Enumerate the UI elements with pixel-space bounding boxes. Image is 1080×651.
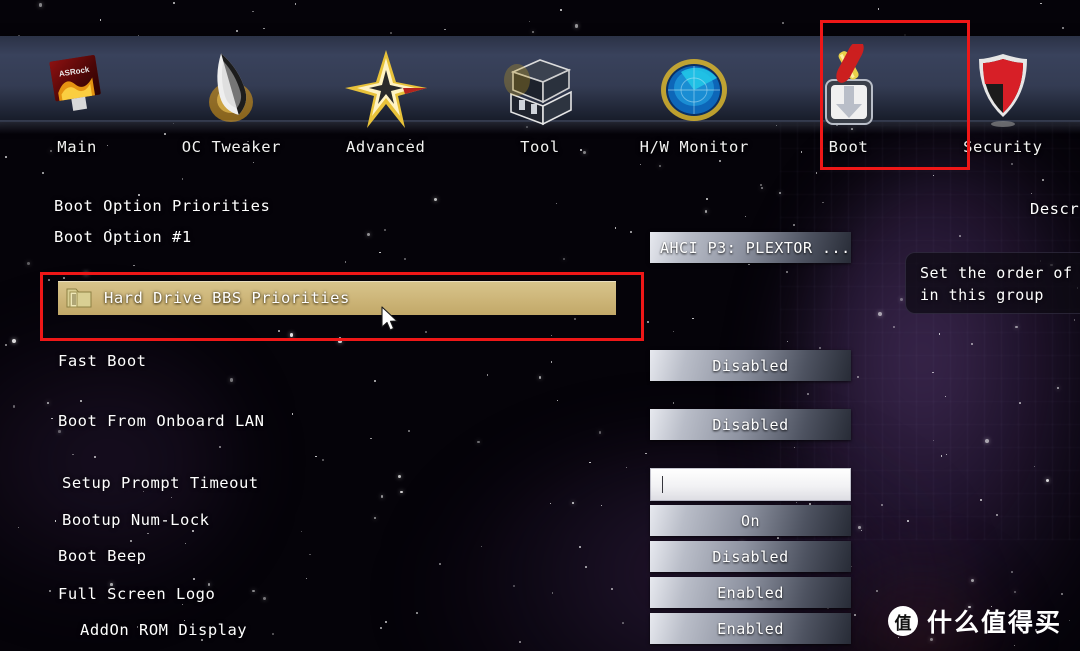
full-screen-logo-value[interactable]: Enabled xyxy=(650,577,851,608)
boot-option-priorities-heading: Boot Option Priorities xyxy=(54,197,271,215)
setting-label-full-screen-logo: Full Screen Logo xyxy=(58,585,216,603)
setting-label-boot-option-1: Boot Option #1 xyxy=(54,228,192,246)
watermark-text: 什么值得买 xyxy=(926,608,1062,637)
hard-drive-bbs-priorities-label: Hard Drive BBS Priorities xyxy=(104,289,350,307)
boot-from-onboard-lan-value[interactable]: Disabled xyxy=(650,409,851,440)
bios-screen: ASRock Main OC Tweaker Advanced Tool H/W Moni… xyxy=(0,0,1080,651)
setup-prompt-timeout-input[interactable] xyxy=(650,468,851,501)
watermark: 值 什么值得买 xyxy=(887,603,1062,639)
watermark-badge: 值 xyxy=(887,606,918,636)
setting-label-bootup-num-lock: Bootup Num-Lock xyxy=(62,511,210,529)
setting-label-boot-beep: Boot Beep xyxy=(58,547,147,565)
addon-rom-display-value[interactable]: Enabled xyxy=(650,613,851,644)
text-caret xyxy=(662,476,663,493)
fast-boot-value[interactable]: Disabled xyxy=(650,350,851,381)
setting-label-setup-prompt-timeout: Setup Prompt Timeout xyxy=(62,474,259,492)
setting-label-fast-boot: Fast Boot xyxy=(58,352,147,370)
description-title: Descr xyxy=(1030,200,1080,218)
hard-drive-bbs-priorities-row[interactable]: Hard Drive BBS Priorities xyxy=(58,281,616,315)
folder-icon xyxy=(66,286,92,310)
settings-list: Boot Option Priorities Boot Option #1 Fast… xyxy=(0,0,1080,651)
description-line-1: Set the order of t xyxy=(920,264,1080,282)
description-line-2: in this group xyxy=(920,286,1044,304)
setting-label-addon-rom-display: AddOn ROM Display xyxy=(80,621,248,639)
mouse-cursor xyxy=(381,306,398,331)
description-panel: Set the order of t in this group xyxy=(905,252,1080,314)
setting-label-boot-from-onboard-lan: Boot From Onboard LAN xyxy=(58,412,265,430)
bootup-num-lock-value[interactable]: On xyxy=(650,505,851,536)
boot-option-1-value[interactable]: AHCI P3: PLEXTOR ... xyxy=(650,232,851,263)
boot-beep-value[interactable]: Disabled xyxy=(650,541,851,572)
